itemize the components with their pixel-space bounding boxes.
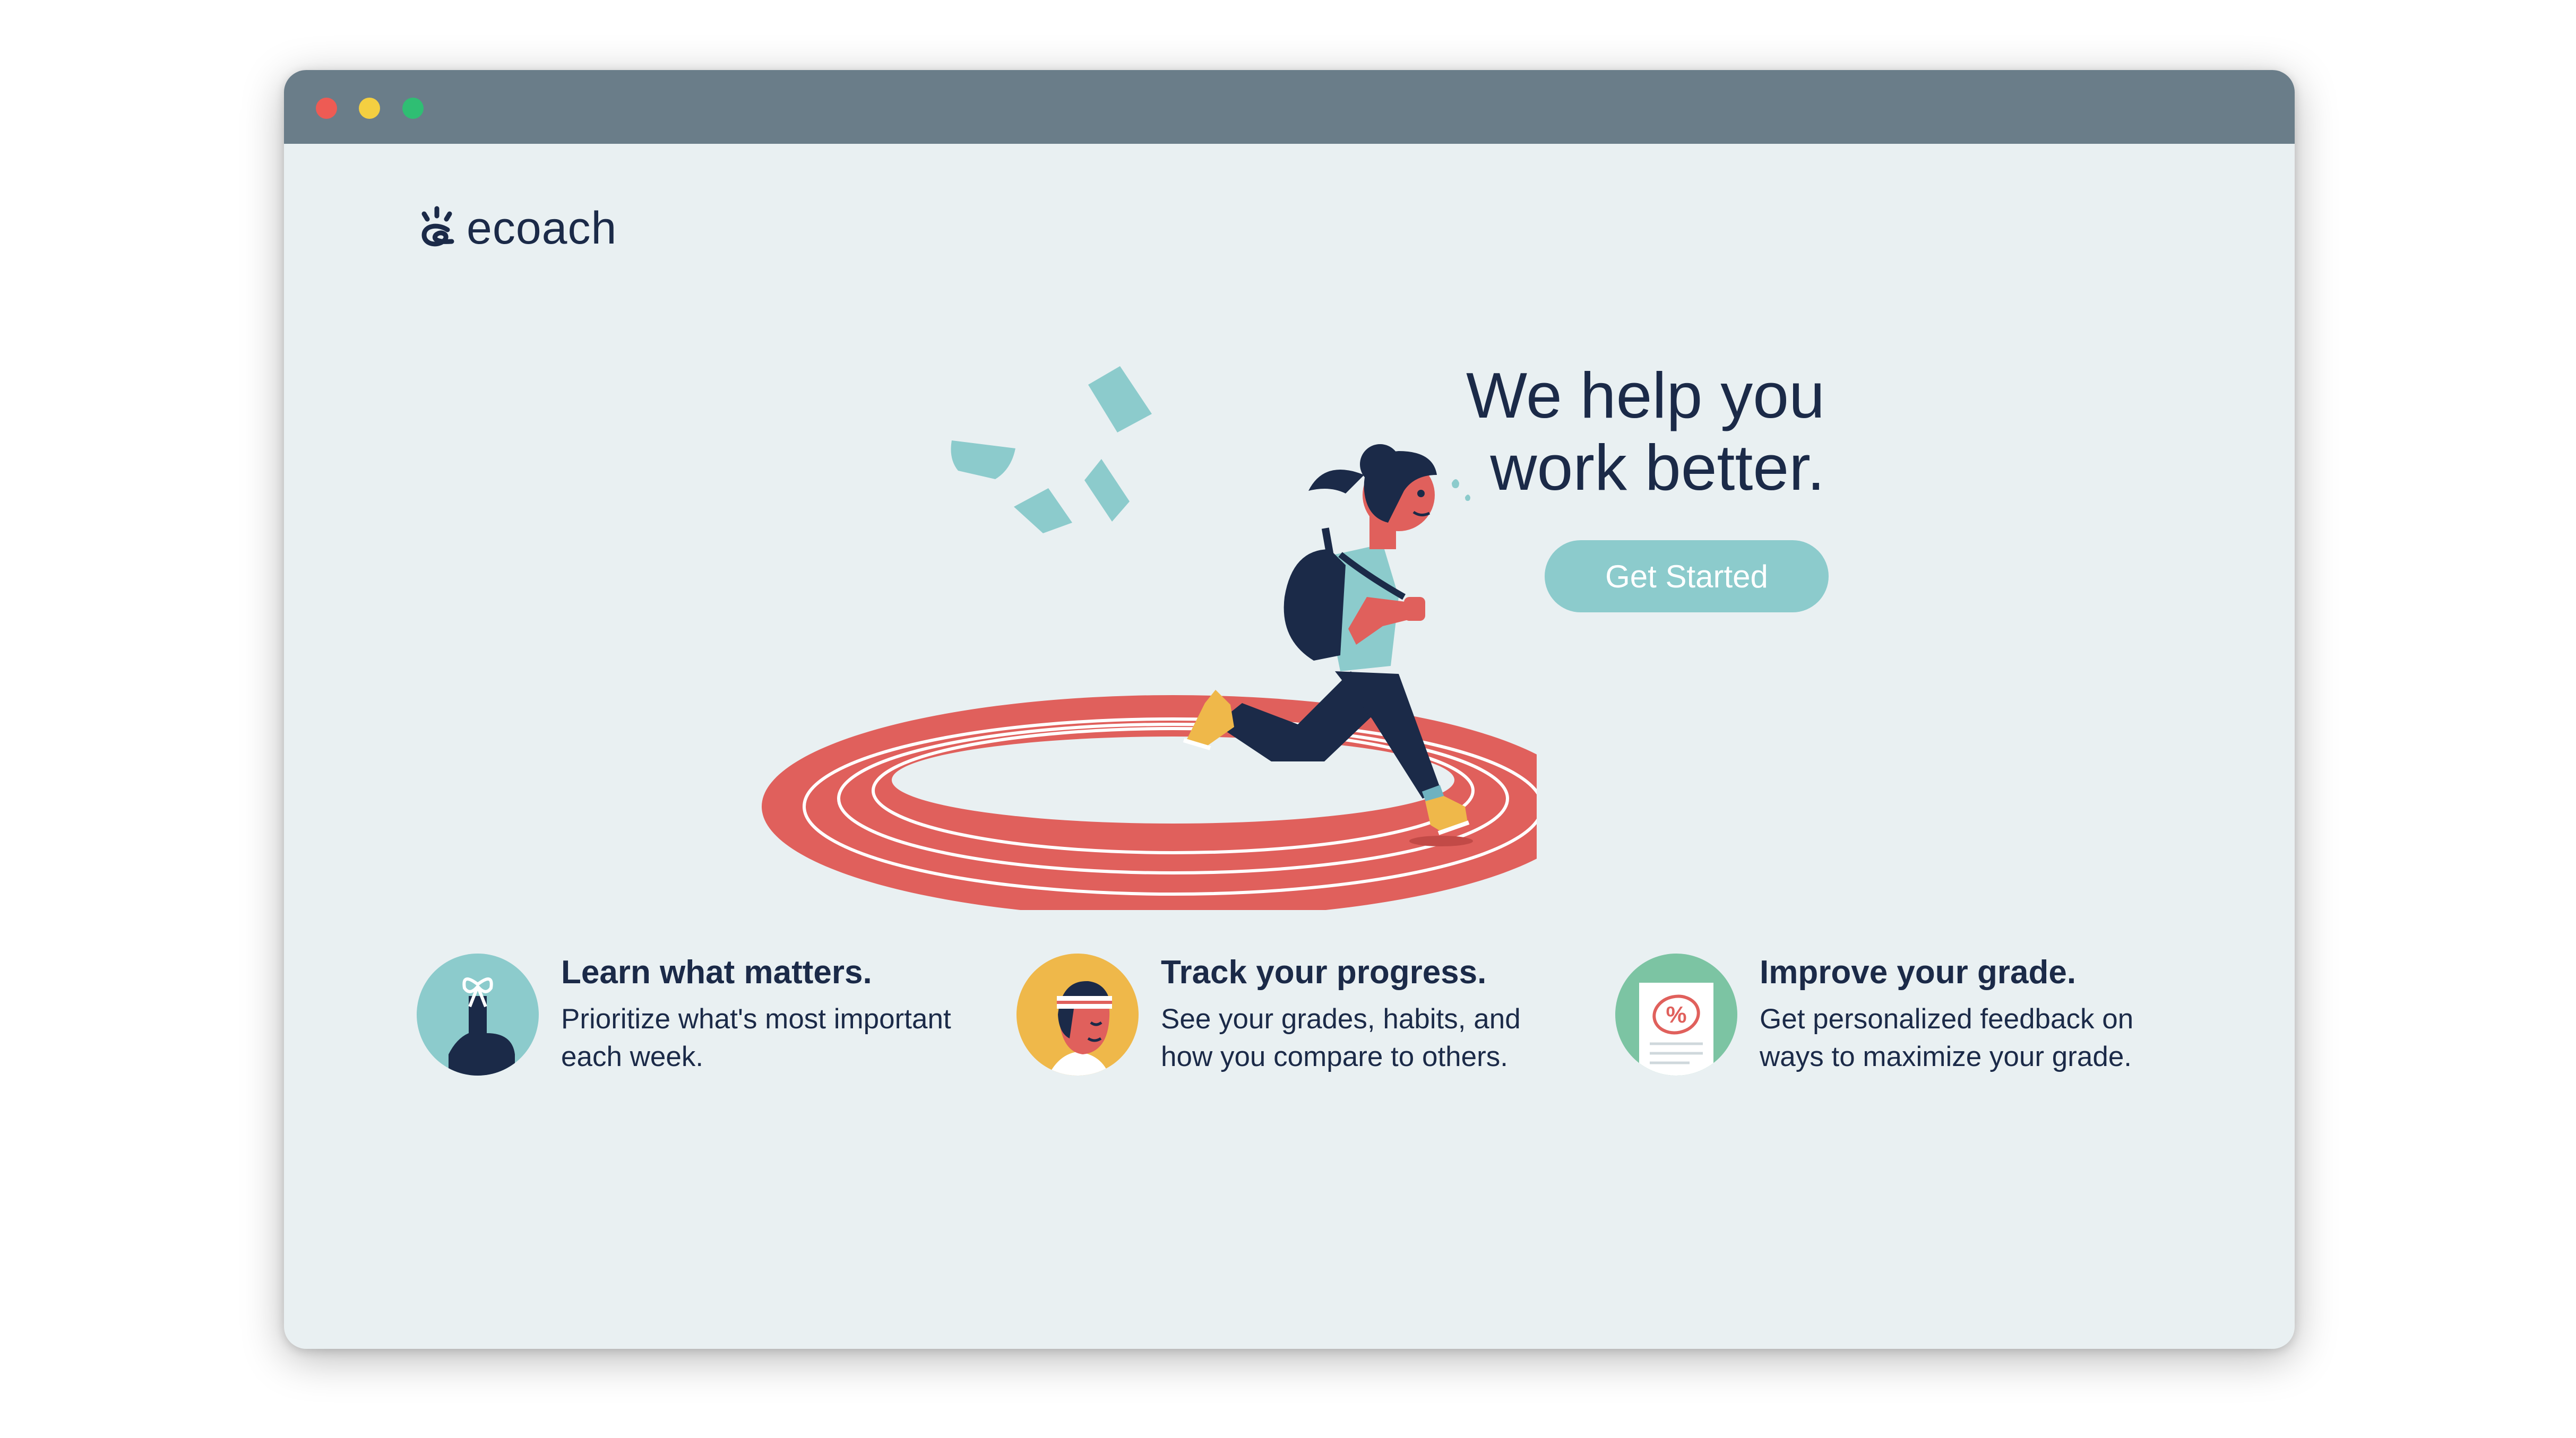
running-track [762,695,1537,910]
svg-text:%: % [1666,1002,1686,1028]
feature-learn: Learn what matters. Prioritize what's mo… [417,954,974,1166]
finger-with-bow-icon [417,954,539,1076]
page-content: ecoach We help you work better. Get Star… [284,70,2295,1349]
headline-line-1: We help you [1466,359,1825,431]
hero-headline: We help you work better. [1294,359,1825,504]
headband-runner-icon [1016,954,1139,1076]
feature-description: See your grades, habits, and how you com… [1161,1003,1521,1072]
feature-description: Prioritize what's most important each we… [561,1003,951,1072]
brand-name: ecoach [467,202,617,254]
feature-title: Improve your grade. [1760,954,2077,991]
feature-title: Learn what matters. [561,954,872,991]
graded-paper-icon: % [1615,954,1737,1076]
feature-description: Get personalized feedback on ways to max… [1760,1003,2134,1072]
browser-window: ecoach We help you work better. Get Star… [284,70,2295,1349]
get-started-button[interactable]: Get Started [1545,540,1829,612]
sprout-swirl-icon [421,206,454,247]
brand-logo[interactable]: ecoach [417,199,617,257]
feature-improve: % Improve your grade. Get personalized f… [1615,954,2173,1166]
feature-track: Track your progress. See your grades, ha… [1016,954,1574,1166]
flying-papers [951,366,1152,533]
feature-title: Track your progress. [1161,954,1487,991]
headline-line-2: work better. [1490,431,1825,504]
